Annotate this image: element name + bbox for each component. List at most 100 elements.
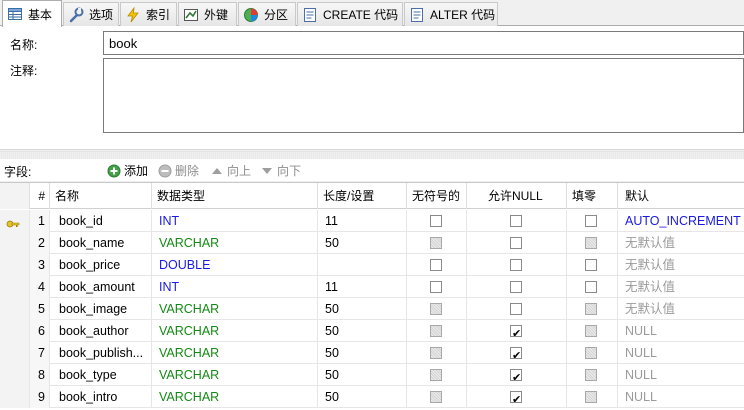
table-comment-input[interactable]: [103, 58, 744, 133]
default-cell[interactable]: 无默认值: [618, 276, 744, 298]
row-selector[interactable]: [0, 364, 30, 386]
zerofill-checkbox[interactable]: [585, 237, 597, 249]
header-length[interactable]: 长度/设置: [318, 183, 407, 209]
table-row[interactable]: 6 book_author VARCHAR 50 ✔ NULL: [0, 320, 744, 342]
data-type-cell[interactable]: VARCHAR: [152, 320, 318, 342]
row-selector[interactable]: [0, 320, 30, 342]
length-cell[interactable]: [318, 254, 407, 276]
header-allow-null[interactable]: 允许NULL: [467, 183, 567, 209]
table-row[interactable]: 8 book_type VARCHAR 50 ✔ NULL: [0, 364, 744, 386]
default-cell[interactable]: NULL: [618, 342, 744, 364]
data-type-cell[interactable]: VARCHAR: [152, 342, 318, 364]
allow-null-checkbox[interactable]: [510, 303, 522, 315]
allow-null-checkbox[interactable]: [510, 215, 522, 227]
zerofill-checkbox[interactable]: [585, 281, 597, 293]
field-name-cell[interactable]: book_price: [50, 254, 152, 276]
data-type-cell[interactable]: INT: [152, 276, 318, 298]
header-zerofill[interactable]: 填零: [567, 183, 618, 209]
zerofill-checkbox[interactable]: [585, 325, 597, 337]
unsigned-checkbox[interactable]: [430, 369, 442, 381]
row-selector[interactable]: [0, 210, 30, 232]
header-unsigned[interactable]: 无符号的: [407, 183, 467, 209]
data-type-cell[interactable]: VARCHAR: [152, 232, 318, 254]
zerofill-checkbox[interactable]: [585, 369, 597, 381]
length-cell[interactable]: 50: [318, 320, 407, 342]
allow-null-checkbox[interactable]: [510, 259, 522, 271]
default-cell[interactable]: NULL: [618, 386, 744, 408]
default-cell[interactable]: 无默认值: [618, 298, 744, 320]
length-cell[interactable]: 50: [318, 232, 407, 254]
allow-null-checkbox[interactable]: [510, 237, 522, 249]
row-selector[interactable]: [0, 254, 30, 276]
table-row[interactable]: 2 book_name VARCHAR 50 无默认值: [0, 232, 744, 254]
length-cell[interactable]: 50: [318, 298, 407, 320]
field-name-cell[interactable]: book_image: [50, 298, 152, 320]
field-name-cell[interactable]: book_name: [50, 232, 152, 254]
unsigned-checkbox[interactable]: [430, 215, 442, 227]
row-selector[interactable]: [0, 276, 30, 298]
default-cell[interactable]: 无默认值: [618, 232, 744, 254]
tab-create-code[interactable]: CREATE 代码: [297, 2, 403, 26]
unsigned-checkbox[interactable]: [430, 347, 442, 359]
data-type-cell[interactable]: INT: [152, 210, 318, 232]
row-selector[interactable]: [0, 386, 30, 408]
data-type-cell[interactable]: DOUBLE: [152, 254, 318, 276]
default-cell[interactable]: NULL: [618, 364, 744, 386]
allow-null-checkbox[interactable]: ✔: [510, 391, 522, 406]
zerofill-checkbox[interactable]: [585, 347, 597, 359]
header-name[interactable]: 名称: [50, 183, 152, 209]
table-row[interactable]: 3 book_price DOUBLE 无默认值: [0, 254, 744, 276]
data-type-cell[interactable]: VARCHAR: [152, 298, 318, 320]
zerofill-checkbox[interactable]: [585, 303, 597, 315]
tab-partitions[interactable]: 分区: [238, 2, 296, 26]
table-row[interactable]: 9 book_intro VARCHAR 50 ✔ NULL: [0, 386, 744, 408]
row-selector[interactable]: [0, 298, 30, 320]
table-name-input[interactable]: [103, 31, 744, 55]
unsigned-checkbox[interactable]: [430, 259, 442, 271]
zerofill-checkbox[interactable]: [585, 259, 597, 271]
default-cell[interactable]: NULL: [618, 320, 744, 342]
field-name-cell[interactable]: book_amount: [50, 276, 152, 298]
tab-alter-code[interactable]: ALTER 代码: [404, 2, 498, 26]
row-selector[interactable]: [0, 342, 30, 364]
field-name-cell[interactable]: book_type: [50, 364, 152, 386]
delete-field-button[interactable]: 删除: [158, 162, 199, 179]
unsigned-checkbox[interactable]: [430, 303, 442, 315]
data-type-cell[interactable]: VARCHAR: [152, 386, 318, 408]
field-name-cell[interactable]: book_author: [50, 320, 152, 342]
row-selector[interactable]: [0, 232, 30, 254]
field-name-cell[interactable]: book_publish...: [50, 342, 152, 364]
unsigned-checkbox[interactable]: [430, 281, 442, 293]
zerofill-checkbox[interactable]: [585, 215, 597, 227]
tab-indexes[interactable]: 索引: [120, 2, 177, 26]
allow-null-checkbox[interactable]: [510, 281, 522, 293]
header-type[interactable]: 数据类型: [152, 183, 318, 209]
table-row[interactable]: 5 book_image VARCHAR 50 无默认值: [0, 298, 744, 320]
splitter[interactable]: [0, 151, 744, 159]
data-type-cell[interactable]: VARCHAR: [152, 364, 318, 386]
allow-null-checkbox[interactable]: ✔: [510, 347, 522, 362]
unsigned-checkbox[interactable]: [430, 325, 442, 337]
tab-foreign-keys[interactable]: 外键: [178, 2, 237, 26]
unsigned-checkbox[interactable]: [430, 391, 442, 403]
length-cell[interactable]: 11: [318, 210, 407, 232]
move-down-button[interactable]: 向下: [260, 162, 301, 179]
header-default[interactable]: 默认: [618, 183, 744, 209]
length-cell[interactable]: 11: [318, 276, 407, 298]
move-up-button[interactable]: 向上: [210, 162, 251, 179]
allow-null-checkbox[interactable]: ✔: [510, 369, 522, 384]
header-num[interactable]: #: [30, 183, 50, 209]
length-cell[interactable]: 50: [318, 386, 407, 408]
add-field-button[interactable]: 添加: [107, 162, 148, 179]
default-cell[interactable]: AUTO_INCREMENT: [618, 210, 744, 232]
allow-null-checkbox[interactable]: ✔: [510, 325, 522, 340]
field-name-cell[interactable]: book_intro: [50, 386, 152, 408]
length-cell[interactable]: 50: [318, 364, 407, 386]
unsigned-checkbox[interactable]: [430, 237, 442, 249]
field-name-cell[interactable]: book_id: [50, 210, 152, 232]
table-row[interactable]: 1 book_id INT 11 AUTO_INCREMENT: [0, 210, 744, 232]
table-row[interactable]: 7 book_publish... VARCHAR 50 ✔ NULL: [0, 342, 744, 364]
tab-options[interactable]: 选项: [63, 2, 119, 26]
table-row[interactable]: 4 book_amount INT 11 无默认值: [0, 276, 744, 298]
default-cell[interactable]: 无默认值: [618, 254, 744, 276]
